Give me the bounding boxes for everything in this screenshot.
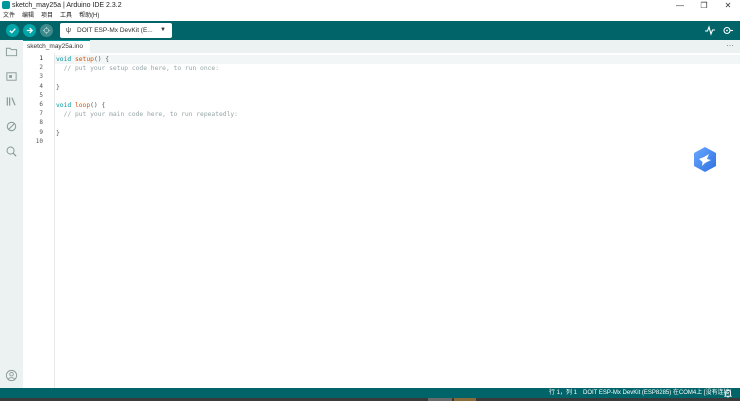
title-bar: sketch_may25a | Arduino IDE 2.3.2 — ❐ ✕ bbox=[0, 0, 740, 11]
status-bar: 行 1，列 1 DOIT ESP-Mx DevKit (ESP8285) 在CO… bbox=[0, 388, 740, 398]
menu-bar: 文件 编辑 项目 工具 帮助(H) bbox=[0, 11, 740, 21]
code-token: () { bbox=[90, 102, 106, 109]
debug-button[interactable] bbox=[40, 24, 53, 37]
menu-file[interactable]: 文件 bbox=[3, 11, 15, 21]
toolbar: ψ DOIT ESP-Mx DevKit (E... ▼ bbox=[0, 21, 740, 40]
line-number: 2 bbox=[39, 64, 43, 72]
close-button[interactable]: ✕ bbox=[716, 0, 740, 11]
line-number: 6 bbox=[39, 101, 43, 108]
code-line[interactable]: } bbox=[56, 83, 60, 92]
code-line[interactable]: void loop() { bbox=[56, 101, 105, 110]
board-port-status[interactable]: DOIT ESP-Mx DevKit (ESP8285) 在COM4上 [没有连… bbox=[583, 388, 731, 398]
arduino-logo-icon bbox=[2, 1, 10, 9]
checkmark-icon bbox=[9, 28, 16, 34]
cursor-position[interactable]: 行 1，列 1 bbox=[549, 388, 577, 398]
folder-icon[interactable] bbox=[5, 45, 18, 58]
code-line[interactable]: // put your setup code here, to run once… bbox=[56, 64, 219, 73]
line-number: 7 bbox=[39, 110, 43, 118]
account-icon[interactable] bbox=[5, 369, 18, 382]
window-title: sketch_may25a | Arduino IDE 2.3.2 bbox=[12, 2, 122, 9]
bell-icon[interactable] bbox=[724, 389, 732, 398]
chevron-down-icon: ▼ bbox=[160, 27, 166, 33]
window-controls: — ❐ ✕ bbox=[668, 0, 740, 11]
serial-monitor-icon[interactable] bbox=[722, 25, 734, 36]
code-line[interactable]: void setup() { bbox=[56, 55, 109, 64]
search-icon[interactable] bbox=[5, 145, 18, 158]
code-token: // put your main code here, to run repea… bbox=[56, 111, 238, 119]
arrow-right-icon bbox=[26, 27, 34, 34]
menu-help[interactable]: 帮助(H) bbox=[79, 11, 99, 21]
line-number-gutter: 1 2 3 4 5 6 7 8 9 10 bbox=[23, 53, 55, 388]
menu-tools[interactable]: 工具 bbox=[60, 11, 72, 21]
minimize-button[interactable]: — bbox=[668, 0, 692, 11]
line-number: 4 bbox=[39, 82, 43, 90]
code-line[interactable]: // put your main code here, to run repea… bbox=[56, 110, 238, 119]
upload-button[interactable] bbox=[23, 24, 36, 37]
code-editor[interactable]: 1 2 3 4 5 6 7 8 9 10 void setup() { // put your s… bbox=[23, 53, 740, 388]
verify-button[interactable] bbox=[6, 24, 19, 37]
code-token: () { bbox=[93, 56, 110, 63]
board-selector[interactable]: ψ DOIT ESP-Mx DevKit (E... ▼ bbox=[60, 23, 172, 38]
menu-edit[interactable]: 编辑 bbox=[22, 11, 34, 21]
code-token: void bbox=[56, 56, 72, 63]
code-token: setup bbox=[74, 56, 94, 63]
library-manager-icon[interactable] bbox=[5, 95, 18, 108]
editor-tab-bar: sketch_may25a.ino ··· bbox=[23, 40, 740, 53]
line-number: 5 bbox=[39, 91, 43, 99]
serial-plotter-icon[interactable] bbox=[704, 25, 716, 36]
usb-plug-icon: ψ bbox=[66, 27, 71, 34]
code-line[interactable]: } bbox=[56, 129, 60, 138]
board-manager-icon[interactable] bbox=[5, 70, 18, 83]
code-token: } bbox=[56, 129, 60, 137]
menu-sketch[interactable]: 项目 bbox=[41, 11, 53, 21]
code-token: loop bbox=[74, 102, 91, 109]
code-token: // put your setup code here, to run once… bbox=[56, 65, 220, 73]
more-options-icon[interactable]: ··· bbox=[726, 40, 734, 51]
board-selector-label: DOIT ESP-Mx DevKit (E... bbox=[77, 27, 153, 34]
line-number: 3 bbox=[39, 73, 43, 81]
code-token: } bbox=[56, 83, 60, 91]
code-token: void bbox=[56, 102, 72, 109]
line-number: 8 bbox=[39, 119, 43, 127]
assistant-bird-icon[interactable] bbox=[692, 146, 718, 173]
line-number: 1 bbox=[39, 55, 43, 62]
tab-sketch[interactable]: sketch_may25a.ino bbox=[23, 40, 90, 53]
maximize-button[interactable]: ❐ bbox=[692, 0, 716, 11]
current-line-highlight bbox=[55, 55, 740, 64]
debug-sidebar-icon[interactable] bbox=[5, 120, 18, 133]
activity-sidebar bbox=[0, 40, 23, 388]
line-number: 9 bbox=[39, 128, 43, 136]
line-number: 10 bbox=[35, 137, 43, 145]
debug-icon bbox=[42, 26, 51, 35]
